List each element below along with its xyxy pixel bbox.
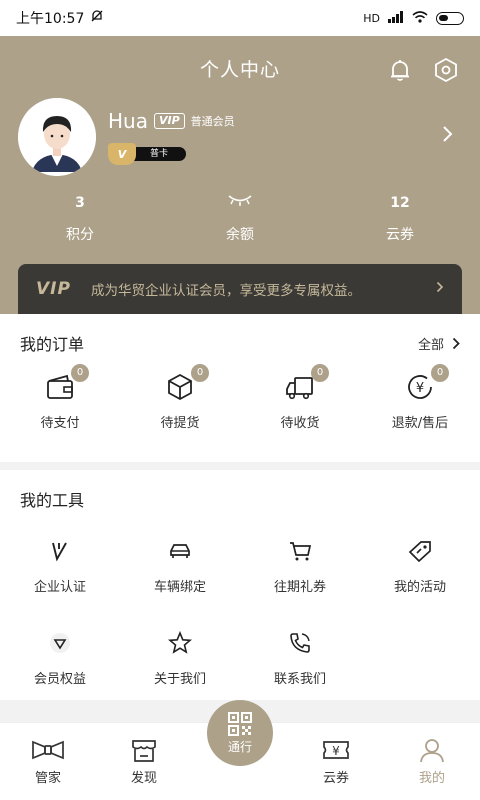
tools-section: 我的工具 企业认证 车辆绑定 往期礼券 我的活动 会员权益 关于我们 联系我们 bbox=[0, 470, 480, 700]
order-count-badge: 0 bbox=[71, 364, 89, 382]
chevron-right-icon bbox=[436, 281, 444, 297]
card-level-badge: V 普卡 bbox=[108, 143, 235, 165]
view-all-label: 全部 bbox=[417, 337, 444, 353]
card-type: 普卡 bbox=[132, 147, 187, 161]
car-icon bbox=[167, 538, 193, 564]
vip-upgrade-banner[interactable]: VIP 成为华贸企业认证会员，享受更多专属权益。 bbox=[18, 264, 462, 314]
user-icon bbox=[420, 739, 444, 763]
tab-label: 发现 bbox=[130, 771, 157, 786]
pass-qr-button[interactable]: 通行 bbox=[207, 700, 273, 766]
orders-title: 我的订单 bbox=[20, 335, 85, 354]
title-bar: 个人中心 bbox=[0, 50, 480, 90]
profile-row[interactable]: Hua VIP 普通会员 V 普卡 bbox=[18, 96, 462, 178]
tool-my-activities[interactable]: 我的活动 bbox=[360, 528, 480, 620]
tool-enterprise-cert[interactable]: 企业认证 bbox=[0, 528, 120, 620]
coupons-value: 12 bbox=[390, 195, 410, 211]
stat-coupons[interactable]: 12 云券 bbox=[320, 192, 480, 244]
stat-points[interactable]: 3 积分 bbox=[0, 192, 160, 244]
tab-discover[interactable]: 发现 bbox=[96, 723, 192, 800]
tool-past-coupons[interactable]: 往期礼券 bbox=[240, 528, 360, 620]
chevron-right-icon[interactable] bbox=[442, 124, 454, 149]
tab-label: 我的 bbox=[418, 771, 445, 786]
store-icon bbox=[132, 740, 156, 762]
chevron-right-icon bbox=[452, 337, 460, 349]
vip-logo: VIP bbox=[36, 279, 71, 299]
order-count-badge: 0 bbox=[311, 364, 329, 382]
tool-label: 会员权益 bbox=[33, 672, 86, 687]
order-pending-delivery[interactable]: 0 待收货 bbox=[240, 364, 360, 431]
order-refund[interactable]: ¥ 0 退款/售后 bbox=[360, 364, 480, 431]
tab-mine[interactable]: 我的 bbox=[384, 723, 480, 800]
wifi-icon bbox=[412, 10, 428, 26]
avatar[interactable] bbox=[18, 98, 96, 176]
box-icon: 0 bbox=[165, 364, 209, 402]
tool-label: 关于我们 bbox=[153, 672, 206, 687]
order-count-badge: 0 bbox=[191, 364, 209, 382]
tool-contact-us[interactable]: 联系我们 bbox=[240, 620, 360, 712]
tool-label: 车辆绑定 bbox=[153, 580, 206, 595]
order-label: 退款/售后 bbox=[391, 416, 449, 431]
order-pending-pickup[interactable]: 0 待提货 bbox=[120, 364, 240, 431]
phone-icon bbox=[287, 630, 313, 656]
tool-about-us[interactable]: 关于我们 bbox=[120, 620, 240, 712]
coupon-icon: ¥ bbox=[323, 741, 349, 759]
points-label: 积分 bbox=[66, 227, 94, 243]
qr-icon bbox=[228, 712, 252, 736]
battery-icon bbox=[436, 11, 464, 25]
tools-title: 我的工具 bbox=[20, 491, 85, 510]
status-time: 上午10:57 bbox=[16, 11, 85, 27]
tab-coupons[interactable]: ¥ 云券 bbox=[288, 723, 384, 800]
orders-view-all[interactable]: 全部 bbox=[418, 334, 460, 353]
crown-icon: V bbox=[108, 143, 136, 165]
tool-label: 我的活动 bbox=[393, 580, 446, 595]
member-level: 普通会员 bbox=[190, 115, 235, 128]
diamond-icon bbox=[47, 630, 73, 656]
account-stats: 3 积分 余额 12 云券 bbox=[0, 192, 480, 244]
vip-banner-text: 成为华贸企业认证会员，享受更多专属权益。 bbox=[90, 283, 361, 299]
tool-member-benefits[interactable]: 会员权益 bbox=[0, 620, 120, 712]
user-name: Hua bbox=[108, 109, 148, 133]
order-label: 待收货 bbox=[280, 416, 320, 431]
balance-label: 余额 bbox=[226, 227, 254, 243]
truck-icon: 0 bbox=[285, 364, 329, 402]
vip-tag: VIP bbox=[153, 113, 185, 129]
tab-label: 云券 bbox=[322, 771, 349, 786]
tool-vehicle-binding[interactable]: 车辆绑定 bbox=[120, 528, 240, 620]
order-label: 待支付 bbox=[40, 416, 80, 431]
mute-bell-icon bbox=[90, 9, 104, 27]
coupons-label: 云券 bbox=[386, 227, 414, 243]
network-type: HD bbox=[363, 11, 380, 25]
enterprise-v-icon bbox=[47, 538, 73, 564]
tab-butler[interactable]: 管家 bbox=[0, 723, 96, 800]
pass-label: 通行 bbox=[227, 740, 252, 754]
svg-text:¥: ¥ bbox=[416, 381, 424, 396]
wallet-icon: 0 bbox=[45, 364, 89, 402]
points-value: 3 bbox=[75, 195, 85, 211]
stat-balance[interactable]: 余额 bbox=[160, 192, 320, 244]
tool-label: 联系我们 bbox=[273, 672, 326, 687]
order-count-badge: 0 bbox=[431, 364, 449, 382]
signal-icon bbox=[388, 10, 404, 26]
order-label: 待提货 bbox=[160, 416, 200, 431]
hidden-eye-icon[interactable] bbox=[227, 193, 253, 207]
settings-hex-icon[interactable] bbox=[432, 56, 460, 84]
bowtie-icon bbox=[32, 740, 64, 760]
tag-icon bbox=[407, 538, 433, 564]
status-bar: 上午10:57 HD bbox=[0, 0, 480, 36]
tool-label: 企业认证 bbox=[33, 580, 86, 595]
svg-text:¥: ¥ bbox=[332, 744, 340, 758]
tab-label: 管家 bbox=[34, 771, 61, 786]
tool-label: 往期礼券 bbox=[273, 580, 326, 595]
order-pending-payment[interactable]: 0 待支付 bbox=[0, 364, 120, 431]
star-icon bbox=[167, 630, 193, 656]
orders-section: 我的订单 全部 0 待支付 0 待提货 0 待收货 ¥ 0 退款/售后 bbox=[0, 314, 480, 462]
notification-bell-icon[interactable] bbox=[386, 56, 414, 84]
refund-icon: ¥ 0 bbox=[405, 364, 449, 402]
cart-icon bbox=[287, 538, 313, 564]
